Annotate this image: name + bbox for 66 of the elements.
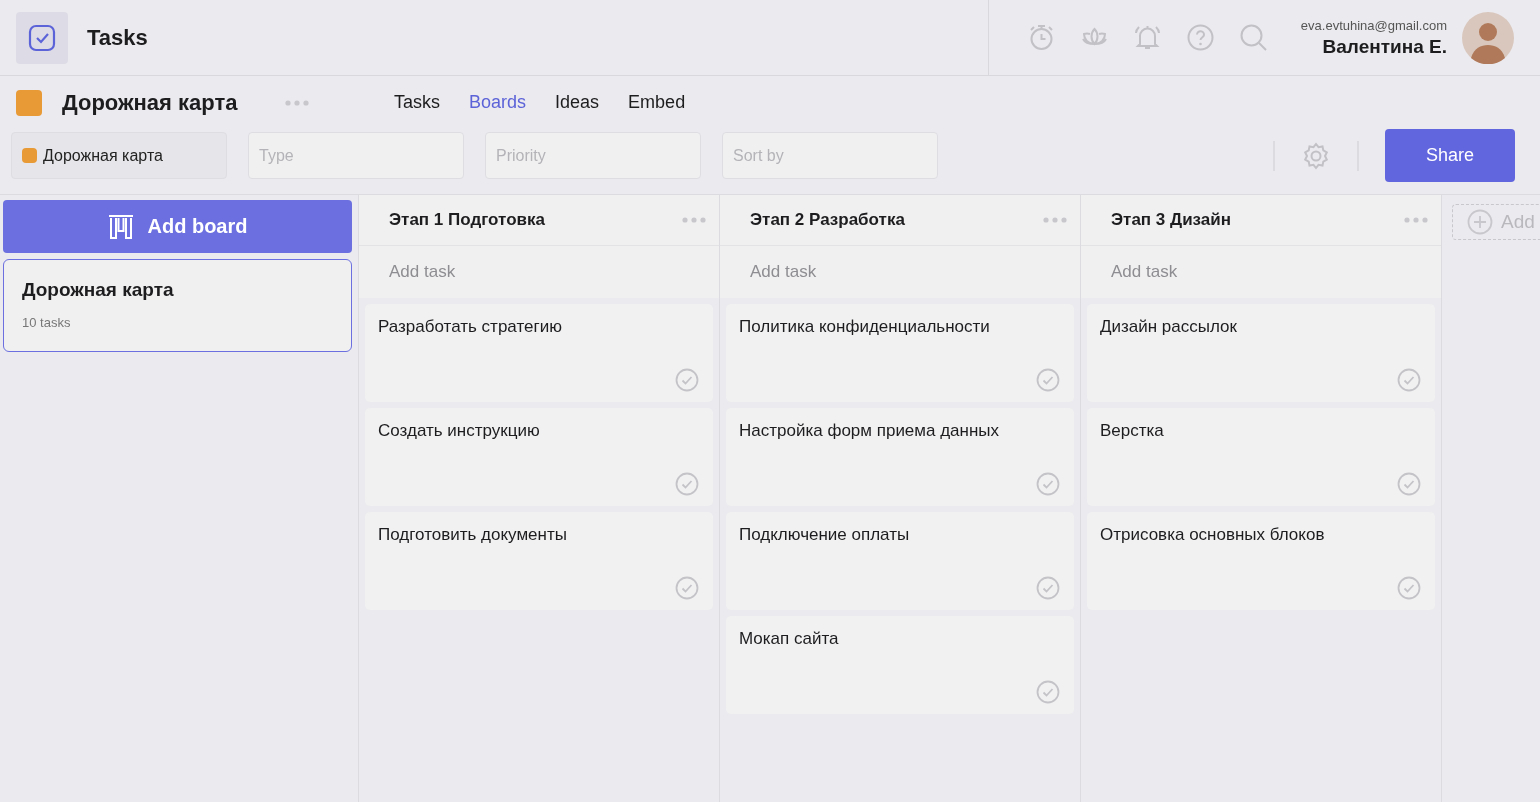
plus-circle-icon	[1467, 209, 1493, 235]
avatar-icon[interactable]	[1462, 11, 1514, 64]
task-title: Настройка форм приема данных	[739, 421, 1001, 441]
board-title: Дорожная карта	[22, 279, 175, 301]
add-task-field[interactable]: Add task	[359, 246, 719, 298]
share-button[interactable]: Share	[1385, 129, 1515, 182]
tab[interactable]: Tasks	[394, 92, 440, 113]
task-title: Верстка	[1100, 421, 1165, 441]
settings-icon[interactable]	[1302, 141, 1330, 170]
check-circle-icon[interactable]	[1036, 576, 1060, 600]
more-icon[interactable]	[1042, 216, 1068, 224]
task-title: Политика конфиденциальности	[739, 317, 991, 337]
search-icon[interactable]	[1239, 23, 1268, 52]
checkbox-icon	[27, 22, 57, 53]
tab[interactable]: Ideas	[555, 92, 600, 113]
check-circle-icon[interactable]	[1036, 472, 1060, 496]
task-card[interactable]: Верстка	[1087, 408, 1435, 506]
task-card[interactable]: Разработать стратегию	[365, 304, 713, 402]
more-icon[interactable]	[681, 216, 707, 224]
task-card[interactable]: Подготовить документы	[365, 512, 713, 610]
task-card[interactable]: Мокап сайта	[726, 616, 1074, 714]
more-icon[interactable]	[284, 98, 310, 107]
board-card[interactable]: Дорожная карта 10 tasks	[3, 259, 352, 352]
task-title: Дизайн рассылок	[1100, 317, 1238, 337]
add-task-field[interactable]: Add task	[1081, 246, 1441, 298]
task-card[interactable]: Дизайн рассылок	[1087, 304, 1435, 402]
project-title: Дорожная карта	[62, 89, 239, 116]
task-title: Подключение оплаты	[739, 525, 911, 545]
add-board-button[interactable]: Add board	[3, 200, 352, 253]
task-card[interactable]: Политика конфиденциальности	[726, 304, 1074, 402]
column-title: Этап 2 Разработка	[750, 210, 906, 230]
check-circle-icon[interactable]	[675, 576, 699, 600]
check-circle-icon[interactable]	[675, 472, 699, 496]
filter-field[interactable]: Sort by	[722, 132, 938, 179]
check-circle-icon[interactable]	[1397, 472, 1421, 496]
add-task-field[interactable]: Add task	[720, 246, 1080, 298]
board-select[interactable]: Дорожная карта	[11, 132, 227, 179]
column-title: Этап 3 Дизайн	[1111, 210, 1232, 230]
app-title: Tasks	[87, 24, 148, 51]
task-card[interactable]: Создать инструкцию	[365, 408, 713, 506]
check-circle-icon[interactable]	[1036, 680, 1060, 704]
filter-field[interactable]: Priority	[485, 132, 701, 179]
check-circle-icon[interactable]	[1397, 368, 1421, 392]
user-name: Валентина Е.	[1322, 35, 1447, 58]
check-circle-icon[interactable]	[1397, 576, 1421, 600]
task-count: 10 tasks	[22, 315, 72, 330]
column-title: Этап 1 Подготовка	[389, 210, 546, 230]
task-title: Создать инструкцию	[378, 421, 541, 441]
task-card[interactable]: Отрисовка основных блоков	[1087, 512, 1435, 610]
task-title: Отрисовка основных блоков	[1100, 525, 1326, 545]
more-icon[interactable]	[1403, 216, 1429, 224]
task-title: Мокап сайта	[739, 629, 840, 649]
project-color-icon	[16, 89, 42, 116]
filter-field[interactable]: Type	[248, 132, 464, 179]
task-title: Разработать стратегию	[378, 317, 563, 337]
tab[interactable]: Embed	[628, 92, 686, 113]
tab[interactable]: Boards	[469, 92, 527, 113]
task-card[interactable]: Настройка форм приема данных	[726, 408, 1074, 506]
check-circle-icon[interactable]	[675, 368, 699, 392]
user-email: eva.evtuhina@gmail.com	[1300, 17, 1447, 33]
check-circle-icon[interactable]	[1036, 368, 1060, 392]
task-title: Подготовить документы	[378, 525, 568, 545]
task-card[interactable]: Подключение оплаты	[726, 512, 1074, 610]
bell-icon[interactable]	[1133, 23, 1162, 52]
board-columns-icon	[107, 213, 134, 240]
help-icon[interactable]	[1186, 23, 1215, 52]
